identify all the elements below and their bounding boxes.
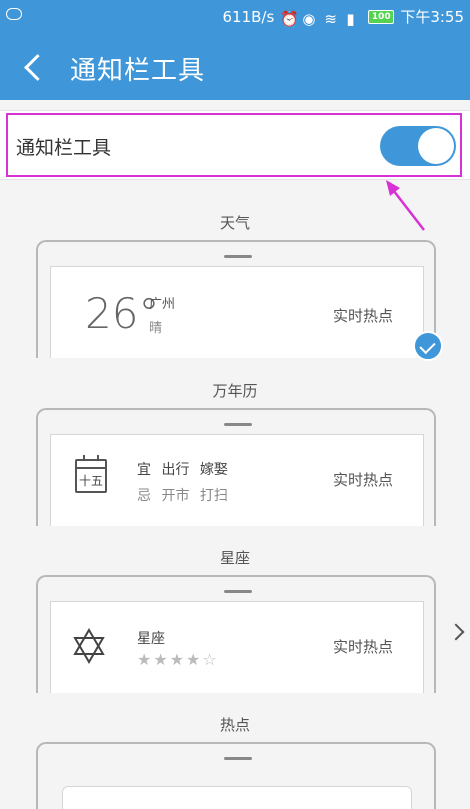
calendar-style-card[interactable]: 十五 宜 出行 嫁娶 忌 开市 打扫 实时热点 bbox=[36, 408, 436, 526]
zodiac-preview: 星座 ★★★★☆ 实时热点 bbox=[50, 601, 424, 693]
section-title-zodiac: 星座 bbox=[219, 549, 250, 567]
signal-icon: ▮ bbox=[346, 9, 355, 28]
card-handle bbox=[224, 757, 252, 760]
hot-label: 实时热点 bbox=[332, 471, 393, 489]
highlight-box bbox=[6, 113, 462, 177]
card-handle bbox=[224, 423, 252, 426]
network-speed: 611B/s bbox=[222, 7, 275, 26]
hot-style-card[interactable] bbox=[36, 742, 436, 809]
section-title-hot: 热点 bbox=[219, 716, 250, 734]
section-title-weather: 天气 bbox=[219, 214, 250, 232]
zodiac-rating: ★★★★☆ bbox=[137, 650, 219, 669]
city-name: 广州 bbox=[149, 297, 176, 312]
hot-label: 实时热点 bbox=[332, 638, 393, 656]
page-title: 通知栏工具 bbox=[70, 56, 206, 86]
battery-icon: 100 bbox=[368, 9, 395, 24]
chevron-right-icon[interactable] bbox=[448, 622, 468, 642]
wifi-icon: ≋ bbox=[324, 9, 337, 28]
calendar-day: 十五 bbox=[78, 474, 103, 488]
eye-icon: ◉ bbox=[302, 9, 316, 28]
weather-preview: 26° 广州 晴 实时热点 bbox=[50, 266, 424, 358]
status-right: 611B/s ⏰ ◉ ≋ ▮ 100 下午3:55 bbox=[222, 6, 464, 28]
cloud-icon bbox=[6, 8, 22, 20]
section-title-calendar: 万年历 bbox=[212, 382, 258, 400]
hot-label: 实时热点 bbox=[332, 307, 393, 325]
calendar-icon: 十五 bbox=[75, 455, 107, 493]
hot-preview bbox=[62, 786, 412, 809]
zodiac-name: 星座 bbox=[137, 631, 165, 647]
card-handle bbox=[224, 590, 252, 593]
title-bar: 通知栏工具 bbox=[0, 32, 470, 100]
clock: 下午3:55 bbox=[400, 8, 464, 26]
alarm-icon: ⏰ bbox=[280, 9, 299, 28]
card-handle bbox=[224, 255, 252, 258]
calendar-suitable: 宜 出行 嫁娶 bbox=[137, 462, 228, 478]
back-arrow-icon[interactable] bbox=[20, 50, 46, 82]
calendar-avoid: 忌 开市 打扫 bbox=[137, 488, 228, 504]
status-bar: 611B/s ⏰ ◉ ≋ ▮ 100 下午3:55 bbox=[0, 0, 470, 32]
weather-style-card[interactable]: 26° 广州 晴 实时热点 bbox=[36, 240, 436, 358]
selected-check-icon bbox=[413, 331, 443, 361]
calendar-preview: 十五 宜 出行 嫁娶 忌 开市 打扫 实时热点 bbox=[50, 434, 424, 526]
zodiac-style-card[interactable]: 星座 ★★★★☆ 实时热点 bbox=[36, 575, 436, 693]
star-of-david-icon bbox=[73, 628, 105, 664]
weather-condition: 晴 bbox=[149, 321, 163, 336]
